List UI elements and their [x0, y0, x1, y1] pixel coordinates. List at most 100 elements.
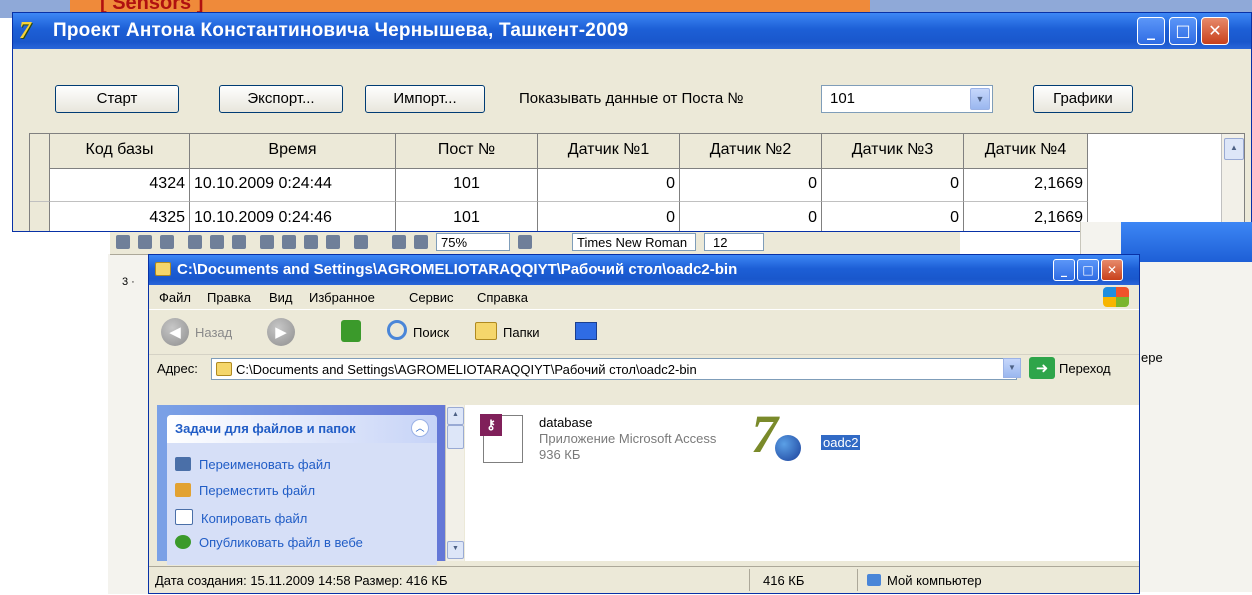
file-tasks-header[interactable]: Задачи для файлов и папок ︿	[167, 415, 437, 443]
font-select[interactable]: Times New Roman	[572, 233, 696, 251]
task-rename[interactable]: Переименовать файл	[175, 457, 331, 472]
task-publish[interactable]: Опубликовать файл в вебе	[175, 535, 363, 550]
status-bar: Дата создания: 15.11.2009 14:58 Размер: …	[149, 566, 1139, 593]
close-button[interactable]: ✕	[1201, 17, 1229, 45]
address-input[interactable]: C:\Documents and Settings\AGROMELIOTARAQ…	[211, 358, 1017, 380]
seven-glyph: 7	[751, 404, 778, 464]
post-select-value: 101	[830, 90, 856, 107]
export-button[interactable]: Экспорт...	[219, 85, 343, 113]
forward-arrow-icon[interactable]: ▶	[267, 318, 295, 346]
menu-edit[interactable]: Правка	[207, 290, 251, 305]
collapse-chevron-icon[interactable]: ︿	[411, 419, 429, 437]
maximize-button[interactable]: □	[1077, 259, 1099, 281]
tasks-scrollbar[interactable]: ▲ ▼	[445, 405, 464, 561]
column-header[interactable]: Датчик №4	[964, 134, 1088, 168]
column-header[interactable]: Код базы	[50, 134, 190, 168]
grid-scrollbar[interactable]: ▲	[1221, 134, 1244, 231]
table-cell: 0	[538, 202, 680, 231]
scroll-up-icon[interactable]: ▲	[1224, 138, 1244, 160]
menu-view[interactable]: Вид	[269, 290, 293, 305]
views-icon[interactable]	[575, 322, 597, 340]
data-grid[interactable]: Код базы Время Пост № Датчик №1 Датчик №…	[29, 133, 1245, 231]
row-indicator[interactable]	[30, 202, 50, 231]
research-icon[interactable]	[160, 235, 174, 249]
folders-button[interactable]: Папки	[503, 325, 540, 340]
status-size: 416 КБ	[763, 573, 805, 588]
hyperlink-icon[interactable]	[392, 235, 406, 249]
paste-icon[interactable]	[304, 235, 318, 249]
back-arrow-icon[interactable]: ◀	[161, 318, 189, 346]
go-arrow-icon[interactable]: ➜	[1029, 357, 1055, 379]
globe-icon	[775, 435, 801, 461]
scroll-up-icon[interactable]: ▲	[447, 407, 464, 425]
import-button[interactable]: Импорт...	[365, 85, 485, 113]
chevron-down-icon[interactable]: ▼	[1003, 358, 1021, 378]
menu-favorites[interactable]: Избранное	[309, 290, 375, 305]
undo-icon[interactable]	[354, 235, 368, 249]
folders-icon[interactable]	[475, 322, 497, 340]
column-header[interactable]: Время	[190, 134, 396, 168]
print-preview-icon[interactable]	[210, 235, 224, 249]
status-divider	[749, 569, 750, 591]
back-label[interactable]: Назад	[195, 325, 232, 340]
table-cell: 10.10.2009 0:24:44	[190, 168, 396, 202]
scroll-down-icon[interactable]: ▼	[447, 541, 464, 559]
charts-button[interactable]: Графики	[1033, 85, 1133, 113]
app-title-bar[interactable]: 7 Проект Антона Константиновича Чернышев…	[13, 13, 1251, 49]
search-icon[interactable]	[387, 320, 407, 340]
task-move[interactable]: Переместить файл	[175, 483, 315, 498]
table-cell: 10.10.2009 0:24:46	[190, 202, 396, 231]
table-row[interactable]: 4325 10.10.2009 0:24:46 101 0 0 0 2,1669	[30, 202, 1088, 231]
minimize-button[interactable]: _	[1053, 259, 1075, 281]
explorer-toolbar: ◀ Назад ▶ Поиск Папки	[149, 310, 1139, 355]
menu-file[interactable]: Файл	[159, 290, 191, 305]
post-select[interactable]: 101 ▼	[821, 85, 993, 113]
column-header[interactable]: Датчик №3	[822, 134, 964, 168]
explorer-title-bar[interactable]: C:\Documents and Settings\AGROMELIOTARAQ…	[149, 255, 1139, 285]
permission-icon[interactable]	[138, 235, 152, 249]
column-header[interactable]: Пост №	[396, 134, 538, 168]
format-painter-icon[interactable]	[326, 235, 340, 249]
print-icon[interactable]	[188, 235, 202, 249]
task-copy[interactable]: Копировать файл	[175, 509, 307, 526]
spelling-icon[interactable]	[232, 235, 246, 249]
minimize-button[interactable]: _	[1137, 17, 1165, 45]
table-row[interactable]: 4324 10.10.2009 0:24:44 101 0 0 0 2,1669	[30, 168, 1088, 202]
table-icon[interactable]	[414, 235, 428, 249]
close-button[interactable]: ✕	[1101, 259, 1123, 281]
file-tasks-title: Задачи для файлов и папок	[175, 421, 356, 436]
post-filter-label: Показывать данные от Поста №	[519, 90, 744, 107]
move-icon	[175, 483, 191, 497]
column-header[interactable]: Датчик №1	[538, 134, 680, 168]
access-file-icon[interactable]: ⚷	[480, 414, 523, 463]
scroll-thumb[interactable]	[447, 425, 464, 449]
grid-header: Код базы Время Пост № Датчик №1 Датчик №…	[30, 134, 1088, 169]
save-icon[interactable]	[116, 235, 130, 249]
explorer-title: C:\Documents and Settings\AGROMELIOTARAQ…	[177, 261, 738, 278]
start-button[interactable]: Старт	[55, 85, 179, 113]
table-cell: 0	[680, 168, 822, 202]
column-header[interactable]: Датчик №2	[680, 134, 822, 168]
font-size-select[interactable]: 12	[704, 233, 764, 251]
cut-icon[interactable]	[260, 235, 274, 249]
file-name-oadc2[interactable]: oadc2	[821, 435, 861, 450]
copy-icon[interactable]	[282, 235, 296, 249]
status-zone: Мой компьютер	[867, 573, 982, 588]
go-button[interactable]: Переход	[1059, 361, 1111, 376]
chevron-down-icon[interactable]: ▼	[970, 88, 990, 110]
explorer-window: C:\Documents and Settings\AGROMELIOTARAQ…	[148, 254, 1140, 594]
menu-tools[interactable]: Сервис	[409, 290, 454, 305]
folder-up-icon[interactable]	[341, 320, 361, 342]
help-icon[interactable]	[518, 235, 532, 249]
folder-icon	[155, 262, 171, 276]
maximize-button[interactable]: □	[1169, 17, 1197, 45]
menu-help[interactable]: Справка	[477, 290, 528, 305]
row-indicator[interactable]	[30, 168, 50, 202]
file-name-database[interactable]: database	[539, 415, 593, 430]
font-value: Times New Roman	[577, 235, 688, 250]
search-button[interactable]: Поиск	[413, 325, 449, 340]
app-window: 7 Проект Антона Константиновича Чернышев…	[12, 12, 1252, 232]
row-indicator-header	[30, 134, 50, 168]
app-7-icon[interactable]: 7	[751, 404, 813, 464]
zoom-select[interactable]: 75%	[436, 233, 510, 251]
